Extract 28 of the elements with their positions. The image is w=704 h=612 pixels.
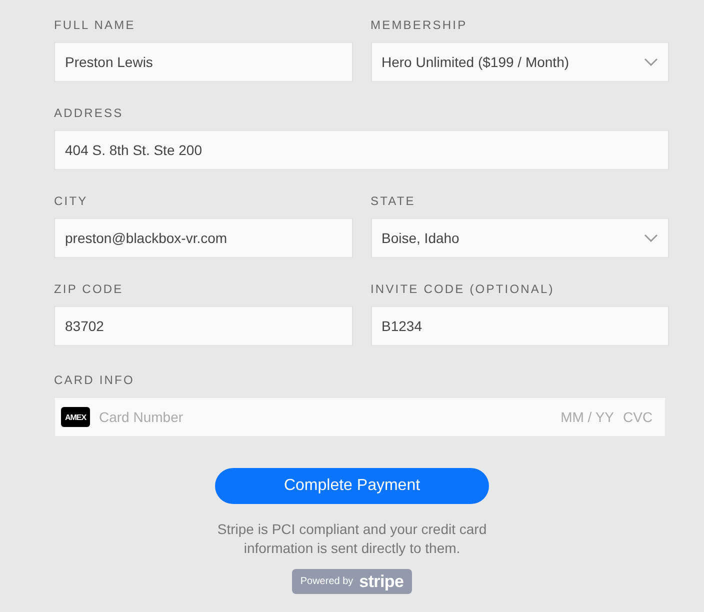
powered-by-text: Powered by xyxy=(300,576,354,587)
security-note: Stripe is PCI compliant and your credit card information is sent directly to them. xyxy=(216,520,488,558)
field-label: CITY xyxy=(54,194,88,208)
input-field[interactable]: preston@blackbox-vr.com xyxy=(55,219,352,257)
field-label: ADDRESS xyxy=(54,106,124,120)
select-field[interactable]: Hero Unlimited ($199 / Month) xyxy=(370,42,669,82)
field-label: FULL NAME xyxy=(54,18,136,32)
selected-value: Hero Unlimited ($199 / Month) xyxy=(382,54,570,70)
expiry-field[interactable]: MM / YY xyxy=(552,409,614,425)
select-field[interactable]: Boise, Idaho xyxy=(370,218,669,258)
input-field[interactable]: B1234 xyxy=(372,307,668,345)
field-label: ZIP CODE xyxy=(54,282,124,296)
input-field[interactable]: 404 S. 8th St. Ste 200 xyxy=(55,131,668,169)
field-label: CARD INFO xyxy=(54,373,134,387)
cvc-field[interactable]: CVC xyxy=(623,409,653,425)
card-brand-logo: AMEX xyxy=(61,407,90,427)
stripe-logo: stripe xyxy=(359,572,404,592)
card-number-field[interactable]: Card Number xyxy=(99,409,543,425)
field-label: STATE xyxy=(370,194,416,208)
chevron-down-icon xyxy=(644,58,658,66)
input-field[interactable]: 83702 xyxy=(55,307,352,345)
complete-payment-button[interactable]: Complete Payment xyxy=(215,468,489,504)
selected-value: Boise, Idaho xyxy=(382,230,460,246)
field-label: MEMBERSHIP xyxy=(370,18,468,32)
card-field[interactable]: AMEX Card Number MM / YY CVC xyxy=(54,397,666,437)
chevron-down-icon xyxy=(644,234,658,242)
input-field[interactable]: Preston Lewis xyxy=(55,43,352,81)
field-label: INVITE CODE (OPTIONAL) xyxy=(370,282,554,296)
